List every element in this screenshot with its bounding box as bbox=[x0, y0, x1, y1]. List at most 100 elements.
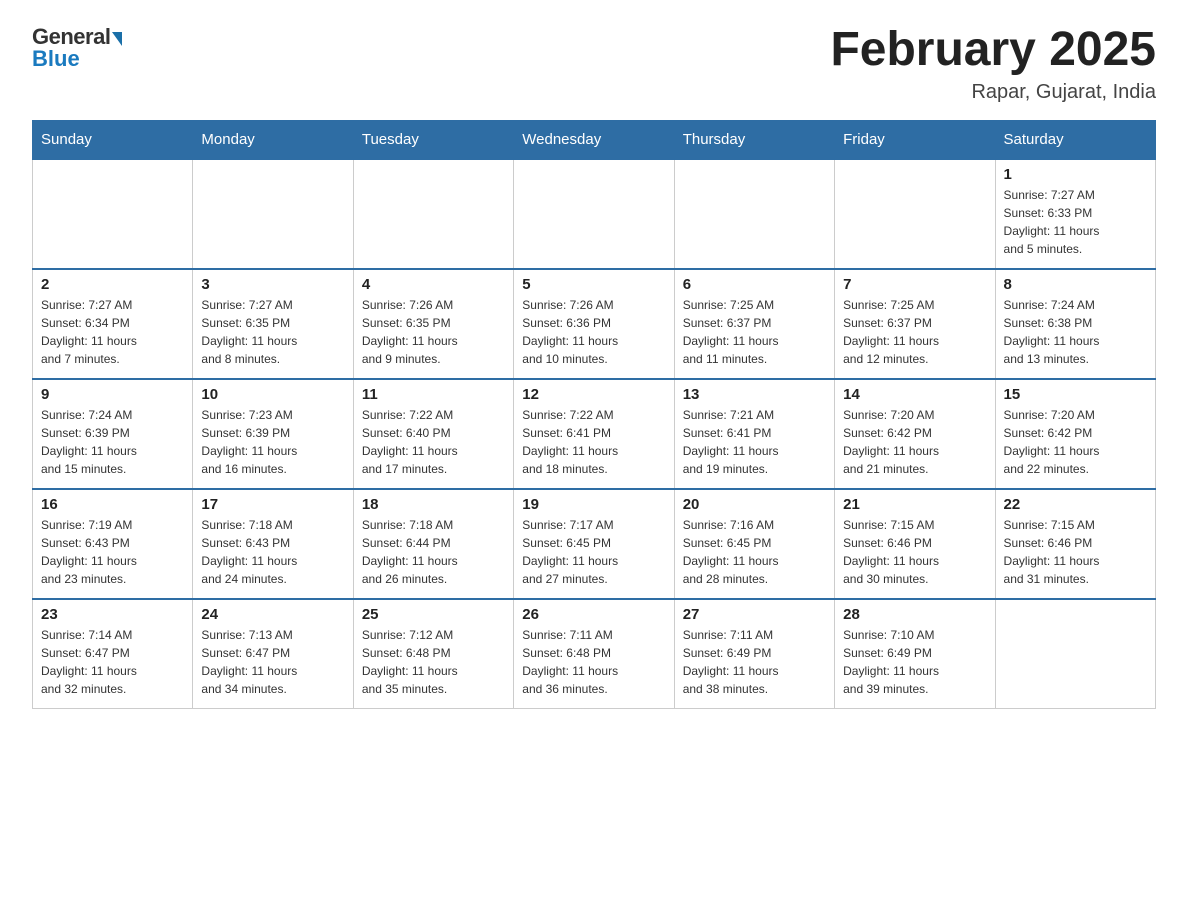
day-info: Sunrise: 7:26 AM Sunset: 6:35 PM Dayligh… bbox=[362, 296, 505, 368]
day-number: 21 bbox=[843, 496, 986, 513]
day-number: 2 bbox=[41, 276, 184, 293]
day-number: 3 bbox=[201, 276, 344, 293]
day-number: 13 bbox=[683, 386, 826, 403]
calendar-cell: 3 Sunrise: 7:27 AM Sunset: 6:35 PM Daylig… bbox=[193, 269, 353, 379]
day-info: Sunrise: 7:24 AM Sunset: 6:39 PM Dayligh… bbox=[41, 406, 184, 478]
calendar-cell bbox=[353, 159, 513, 269]
day-number: 6 bbox=[683, 276, 826, 293]
day-number: 25 bbox=[362, 606, 505, 623]
day-number: 8 bbox=[1004, 276, 1147, 293]
calendar-cell: 6 Sunrise: 7:25 AM Sunset: 6:37 PM Daylig… bbox=[674, 269, 834, 379]
calendar-cell bbox=[674, 159, 834, 269]
calendar-cell: 27Sunrise: 7:11 AM Sunset: 6:49 PM Dayli… bbox=[674, 599, 834, 709]
day-number: 15 bbox=[1004, 386, 1147, 403]
day-info: Sunrise: 7:12 AM Sunset: 6:48 PM Dayligh… bbox=[362, 626, 505, 698]
day-info: Sunrise: 7:27 AM Sunset: 6:33 PM Dayligh… bbox=[1004, 186, 1147, 258]
calendar-table: SundayMondayTuesdayWednesdayThursdayFrid… bbox=[32, 120, 1156, 710]
calendar-cell: 24Sunrise: 7:13 AM Sunset: 6:47 PM Dayli… bbox=[193, 599, 353, 709]
day-info: Sunrise: 7:20 AM Sunset: 6:42 PM Dayligh… bbox=[1004, 406, 1147, 478]
day-number: 5 bbox=[522, 276, 665, 293]
calendar-cell: 26 Sunrise: 7:11 AM Sunset: 6:48 PM Dayli… bbox=[514, 599, 674, 709]
calendar-cell bbox=[995, 599, 1155, 709]
weekday-header-row: SundayMondayTuesdayWednesdayThursdayFrid… bbox=[33, 120, 1156, 159]
day-number: 4 bbox=[362, 276, 505, 293]
day-info: Sunrise: 7:25 AM Sunset: 6:37 PM Dayligh… bbox=[843, 296, 986, 368]
calendar-cell: 12 Sunrise: 7:22 AM Sunset: 6:41 PM Dayli… bbox=[514, 379, 674, 489]
day-info: Sunrise: 7:24 AM Sunset: 6:38 PM Dayligh… bbox=[1004, 296, 1147, 368]
calendar-cell: 13 Sunrise: 7:21 AM Sunset: 6:41 PM Dayli… bbox=[674, 379, 834, 489]
weekday-header-thursday: Thursday bbox=[674, 120, 834, 159]
day-info: Sunrise: 7:18 AM Sunset: 6:44 PM Dayligh… bbox=[362, 516, 505, 588]
calendar-cell: 10 Sunrise: 7:23 AM Sunset: 6:39 PM Dayli… bbox=[193, 379, 353, 489]
day-info: Sunrise: 7:14 AM Sunset: 6:47 PM Dayligh… bbox=[41, 626, 184, 698]
calendar-cell: 2 Sunrise: 7:27 AM Sunset: 6:34 PM Daylig… bbox=[33, 269, 193, 379]
logo: General Blue bbox=[32, 24, 122, 72]
day-info: Sunrise: 7:11 AM Sunset: 6:48 PM Dayligh… bbox=[522, 626, 665, 698]
weekday-header-wednesday: Wednesday bbox=[514, 120, 674, 159]
calendar-body: 1 Sunrise: 7:27 AM Sunset: 6:33 PM Daylig… bbox=[33, 159, 1156, 709]
day-info: Sunrise: 7:17 AM Sunset: 6:45 PM Dayligh… bbox=[522, 516, 665, 588]
day-info: Sunrise: 7:25 AM Sunset: 6:37 PM Dayligh… bbox=[683, 296, 826, 368]
calendar-cell: 18Sunrise: 7:18 AM Sunset: 6:44 PM Dayli… bbox=[353, 489, 513, 599]
calendar-cell: 21 Sunrise: 7:15 AM Sunset: 6:46 PM Dayli… bbox=[835, 489, 995, 599]
day-number: 1 bbox=[1004, 166, 1147, 183]
day-info: Sunrise: 7:13 AM Sunset: 6:47 PM Dayligh… bbox=[201, 626, 344, 698]
title-area: February 2025 Rapar, Gujarat, India bbox=[830, 24, 1156, 104]
day-info: Sunrise: 7:18 AM Sunset: 6:43 PM Dayligh… bbox=[201, 516, 344, 588]
day-number: 27 bbox=[683, 606, 826, 623]
calendar-week-2: 9 Sunrise: 7:24 AM Sunset: 6:39 PM Daylig… bbox=[33, 379, 1156, 489]
day-number: 28 bbox=[843, 606, 986, 623]
day-number: 17 bbox=[201, 496, 344, 513]
day-number: 10 bbox=[201, 386, 344, 403]
day-number: 26 bbox=[522, 606, 665, 623]
day-info: Sunrise: 7:27 AM Sunset: 6:34 PM Dayligh… bbox=[41, 296, 184, 368]
weekday-header-saturday: Saturday bbox=[995, 120, 1155, 159]
calendar-cell: 20 Sunrise: 7:16 AM Sunset: 6:45 PM Dayli… bbox=[674, 489, 834, 599]
calendar-week-3: 16Sunrise: 7:19 AM Sunset: 6:43 PM Dayli… bbox=[33, 489, 1156, 599]
calendar-cell: 16Sunrise: 7:19 AM Sunset: 6:43 PM Dayli… bbox=[33, 489, 193, 599]
day-info: Sunrise: 7:22 AM Sunset: 6:40 PM Dayligh… bbox=[362, 406, 505, 478]
month-title: February 2025 bbox=[830, 24, 1156, 77]
calendar-cell: 15 Sunrise: 7:20 AM Sunset: 6:42 PM Dayli… bbox=[995, 379, 1155, 489]
day-info: Sunrise: 7:15 AM Sunset: 6:46 PM Dayligh… bbox=[1004, 516, 1147, 588]
logo-arrow-icon bbox=[112, 32, 122, 46]
calendar-cell: 28 Sunrise: 7:10 AM Sunset: 6:49 PM Dayli… bbox=[835, 599, 995, 709]
day-info: Sunrise: 7:22 AM Sunset: 6:41 PM Dayligh… bbox=[522, 406, 665, 478]
calendar-week-0: 1 Sunrise: 7:27 AM Sunset: 6:33 PM Daylig… bbox=[33, 159, 1156, 269]
page-header: General Blue February 2025 Rapar, Gujara… bbox=[32, 24, 1156, 104]
day-number: 7 bbox=[843, 276, 986, 293]
calendar-cell: 9 Sunrise: 7:24 AM Sunset: 6:39 PM Daylig… bbox=[33, 379, 193, 489]
day-number: 14 bbox=[843, 386, 986, 403]
calendar-week-4: 23Sunrise: 7:14 AM Sunset: 6:47 PM Dayli… bbox=[33, 599, 1156, 709]
calendar-cell: 1 Sunrise: 7:27 AM Sunset: 6:33 PM Daylig… bbox=[995, 159, 1155, 269]
calendar-cell: 7 Sunrise: 7:25 AM Sunset: 6:37 PM Daylig… bbox=[835, 269, 995, 379]
day-info: Sunrise: 7:15 AM Sunset: 6:46 PM Dayligh… bbox=[843, 516, 986, 588]
day-info: Sunrise: 7:21 AM Sunset: 6:41 PM Dayligh… bbox=[683, 406, 826, 478]
weekday-header-tuesday: Tuesday bbox=[353, 120, 513, 159]
day-number: 22 bbox=[1004, 496, 1147, 513]
calendar-cell: 17 Sunrise: 7:18 AM Sunset: 6:43 PM Dayli… bbox=[193, 489, 353, 599]
day-info: Sunrise: 7:23 AM Sunset: 6:39 PM Dayligh… bbox=[201, 406, 344, 478]
day-info: Sunrise: 7:26 AM Sunset: 6:36 PM Dayligh… bbox=[522, 296, 665, 368]
calendar-cell bbox=[33, 159, 193, 269]
calendar-cell: 25 Sunrise: 7:12 AM Sunset: 6:48 PM Dayli… bbox=[353, 599, 513, 709]
weekday-header-friday: Friday bbox=[835, 120, 995, 159]
calendar-cell: 8 Sunrise: 7:24 AM Sunset: 6:38 PM Daylig… bbox=[995, 269, 1155, 379]
calendar-cell: 4 Sunrise: 7:26 AM Sunset: 6:35 PM Daylig… bbox=[353, 269, 513, 379]
day-number: 9 bbox=[41, 386, 184, 403]
day-number: 12 bbox=[522, 386, 665, 403]
calendar-cell bbox=[193, 159, 353, 269]
day-number: 20 bbox=[683, 496, 826, 513]
calendar-cell: 19Sunrise: 7:17 AM Sunset: 6:45 PM Dayli… bbox=[514, 489, 674, 599]
day-info: Sunrise: 7:27 AM Sunset: 6:35 PM Dayligh… bbox=[201, 296, 344, 368]
day-info: Sunrise: 7:16 AM Sunset: 6:45 PM Dayligh… bbox=[683, 516, 826, 588]
location-title: Rapar, Gujarat, India bbox=[830, 81, 1156, 104]
day-number: 11 bbox=[362, 386, 505, 403]
day-info: Sunrise: 7:10 AM Sunset: 6:49 PM Dayligh… bbox=[843, 626, 986, 698]
day-info: Sunrise: 7:19 AM Sunset: 6:43 PM Dayligh… bbox=[41, 516, 184, 588]
calendar-cell: 5 Sunrise: 7:26 AM Sunset: 6:36 PM Daylig… bbox=[514, 269, 674, 379]
logo-blue-text: Blue bbox=[32, 46, 80, 72]
calendar-cell: 11 Sunrise: 7:22 AM Sunset: 6:40 PM Dayli… bbox=[353, 379, 513, 489]
weekday-header-sunday: Sunday bbox=[33, 120, 193, 159]
calendar-week-1: 2 Sunrise: 7:27 AM Sunset: 6:34 PM Daylig… bbox=[33, 269, 1156, 379]
